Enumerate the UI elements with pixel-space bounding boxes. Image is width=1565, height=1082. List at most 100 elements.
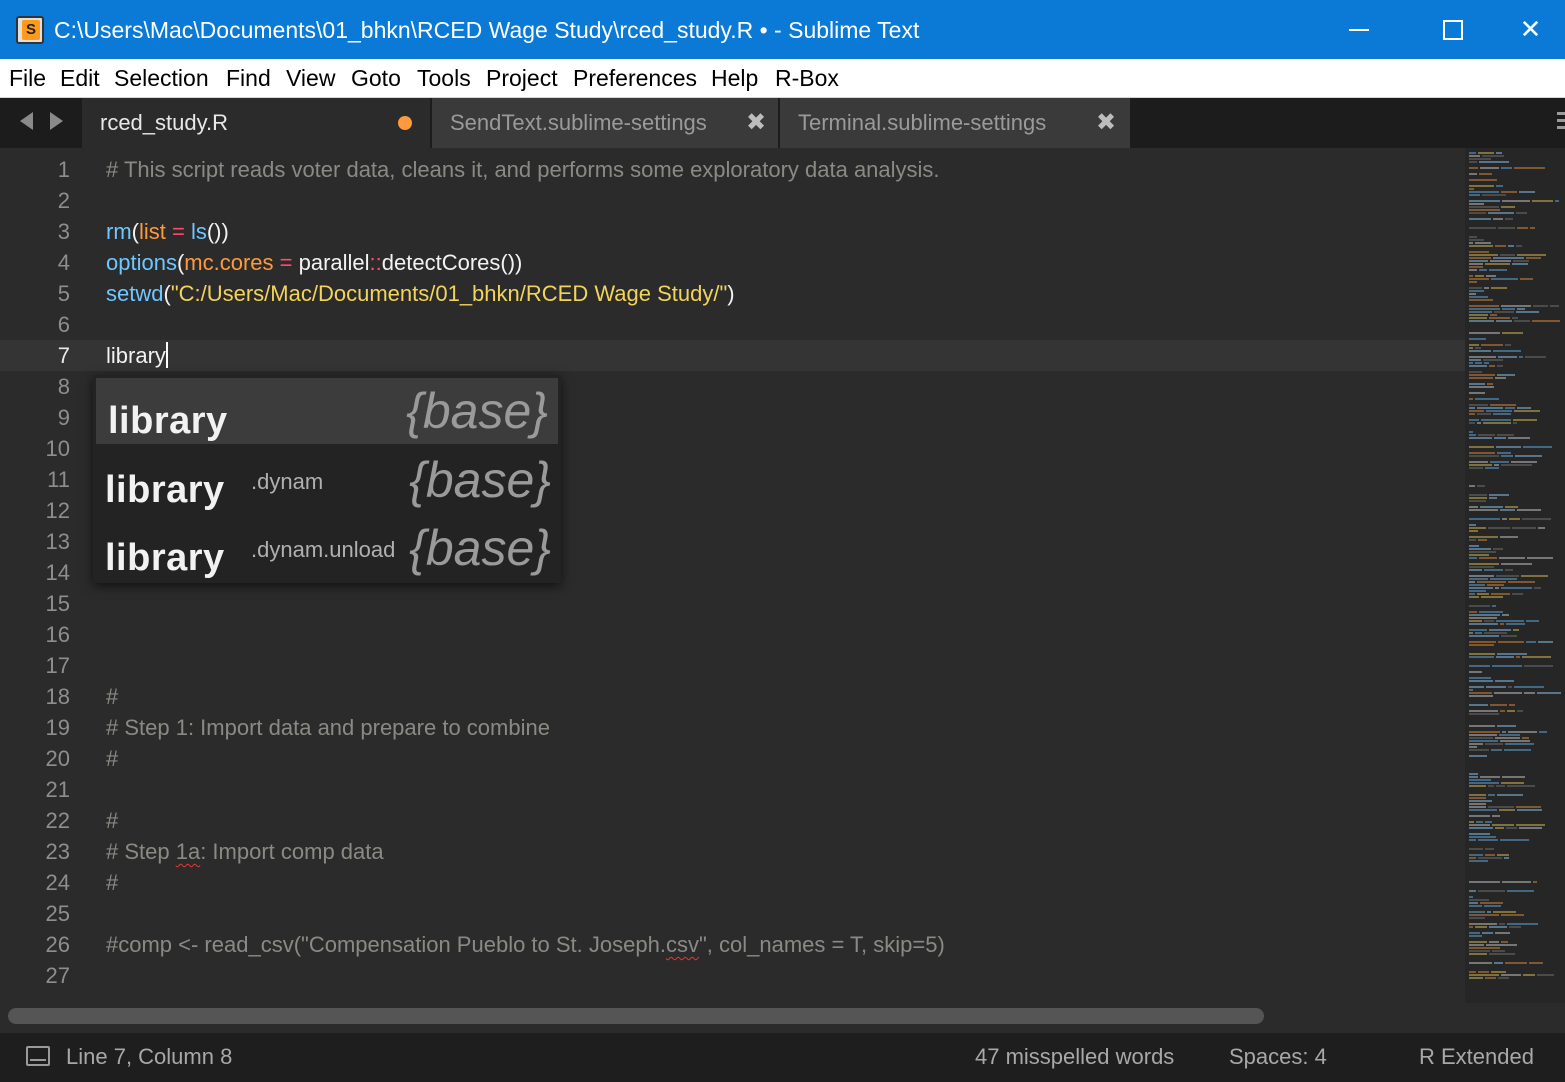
minimap-line	[1497, 854, 1509, 856]
minimap-line	[1469, 743, 1483, 745]
minimap-line	[1500, 839, 1529, 841]
menu-help[interactable]: Help	[711, 65, 758, 92]
minimap-line	[1469, 953, 1487, 955]
menu-edit[interactable]: Edit	[60, 65, 100, 92]
minimap-line	[1533, 305, 1548, 307]
minimap-line	[1492, 605, 1496, 607]
code-line-1: # This script reads voter data, cleans i…	[106, 157, 940, 182]
minimap-line	[1550, 305, 1559, 307]
minimize-button[interactable]	[1312, 0, 1406, 59]
minimap-line	[1469, 347, 1473, 349]
minimap-line	[1486, 275, 1496, 277]
tab-scroll-right-icon[interactable]	[50, 112, 63, 130]
minimap-line	[1469, 290, 1484, 292]
maximize-button[interactable]	[1406, 0, 1500, 59]
title-bar: S C:\Users\Mac\Documents\01_bhkn\RCED Wa…	[0, 0, 1565, 59]
minimap-line	[1509, 926, 1521, 928]
menu-goto[interactable]: Goto	[351, 65, 401, 92]
minimap-line	[1502, 308, 1515, 310]
minimap-line	[1483, 359, 1503, 361]
minimap-line	[1478, 152, 1494, 154]
minimap-line	[1524, 692, 1535, 694]
minimap-line	[1469, 194, 1480, 196]
minimap-line	[1495, 245, 1506, 247]
minimap-line	[1498, 227, 1515, 229]
minimap-line	[1469, 797, 1486, 799]
tab-menu-icon[interactable]	[1557, 112, 1565, 132]
line-number: 22	[45, 808, 70, 833]
minimap-line	[1498, 356, 1517, 358]
minimap-line	[1512, 317, 1518, 319]
minimap-line	[1469, 188, 1474, 190]
minimap-line	[1469, 281, 1477, 283]
autocomplete-item-library-dynam-unload[interactable]: library .dynam.unload {base}	[93, 515, 561, 583]
close-window-button[interactable]: ✕	[1496, 0, 1565, 59]
minimap-line	[1533, 881, 1537, 883]
minimap-line	[1469, 677, 1491, 679]
menu-project[interactable]: Project	[486, 65, 558, 92]
menu-view[interactable]: View	[286, 65, 335, 92]
tab-sendtext-settings[interactable]: SendText.sublime-settings ✖	[432, 98, 778, 148]
tab-rced-study[interactable]: rced_study.R	[82, 98, 430, 148]
minimap-line	[1514, 320, 1530, 322]
minimap-line	[1469, 557, 1477, 559]
minimap-line	[1483, 422, 1511, 424]
minimap-line	[1504, 749, 1531, 751]
minimap-line	[1480, 902, 1503, 904]
minimap-line	[1475, 347, 1481, 349]
menu-r-box[interactable]: R-Box	[775, 65, 839, 92]
minimap-line	[1469, 158, 1491, 160]
code-line-18: #	[106, 684, 119, 709]
minimap-line	[1526, 620, 1539, 622]
menu-preferences[interactable]: Preferences	[573, 65, 697, 92]
minimap-line	[1495, 680, 1514, 682]
menu-selection[interactable]: Selection	[114, 65, 209, 92]
minimap-line	[1496, 152, 1502, 154]
minimap-line	[1469, 905, 1482, 907]
menu-find[interactable]: Find	[226, 65, 271, 92]
sublime-text-app-icon[interactable]: S	[16, 16, 44, 44]
minimap-line	[1487, 383, 1493, 385]
line-number: 1	[57, 157, 70, 182]
indentation-setting[interactable]: Spaces: 4	[1229, 1044, 1327, 1070]
minimap-line	[1485, 263, 1510, 265]
close-tab-icon[interactable]: ✖	[1096, 108, 1116, 137]
minimap-line	[1511, 461, 1537, 463]
minimap-line	[1469, 773, 1478, 775]
minimap-line	[1508, 245, 1514, 247]
minimap-line	[1469, 251, 1489, 253]
minimap-line	[1526, 641, 1536, 643]
minimap[interactable]	[1465, 148, 1565, 1003]
unsaved-dot-icon[interactable]	[398, 116, 412, 130]
minimap-line	[1537, 692, 1561, 694]
minimap-line	[1469, 563, 1499, 565]
code-line-26: #comp <- read_csv("Compensation Pueblo t…	[106, 932, 945, 957]
minimap-line	[1469, 371, 1482, 373]
minimap-line	[1517, 809, 1542, 811]
autocomplete-item-library[interactable]: library {base}	[96, 378, 558, 444]
menu-file[interactable]: File	[9, 65, 46, 92]
code-line-20: #	[106, 746, 119, 771]
autocomplete-item-library-dynam[interactable]: library .dynam {base}	[93, 447, 561, 515]
minimap-line	[1507, 923, 1538, 925]
minimap-line	[1496, 575, 1519, 577]
close-tab-icon[interactable]: ✖	[746, 108, 766, 137]
tab-scroll-left-icon[interactable]	[20, 112, 33, 130]
horizontal-scrollbar-thumb[interactable]	[8, 1008, 1264, 1024]
minimap-line	[1469, 200, 1500, 202]
spellcheck-status[interactable]: 47 misspelled words	[975, 1044, 1174, 1070]
minimap-line	[1485, 848, 1494, 850]
tab-terminal-settings[interactable]: Terminal.sublime-settings ✖	[780, 98, 1130, 148]
minimap-line	[1502, 200, 1530, 202]
menu-tools[interactable]: Tools	[417, 65, 471, 92]
syntax-selector[interactable]: R Extended	[1419, 1044, 1534, 1070]
minimap-line	[1496, 446, 1521, 448]
maximize-icon	[1443, 19, 1463, 40]
minimap-line	[1491, 749, 1502, 751]
panel-toggle-icon[interactable]	[26, 1046, 50, 1066]
minimap-line	[1496, 620, 1524, 622]
minimap-line	[1494, 311, 1514, 313]
minimap-line	[1490, 578, 1517, 580]
minimap-line	[1469, 734, 1497, 736]
minimap-line	[1523, 974, 1535, 976]
